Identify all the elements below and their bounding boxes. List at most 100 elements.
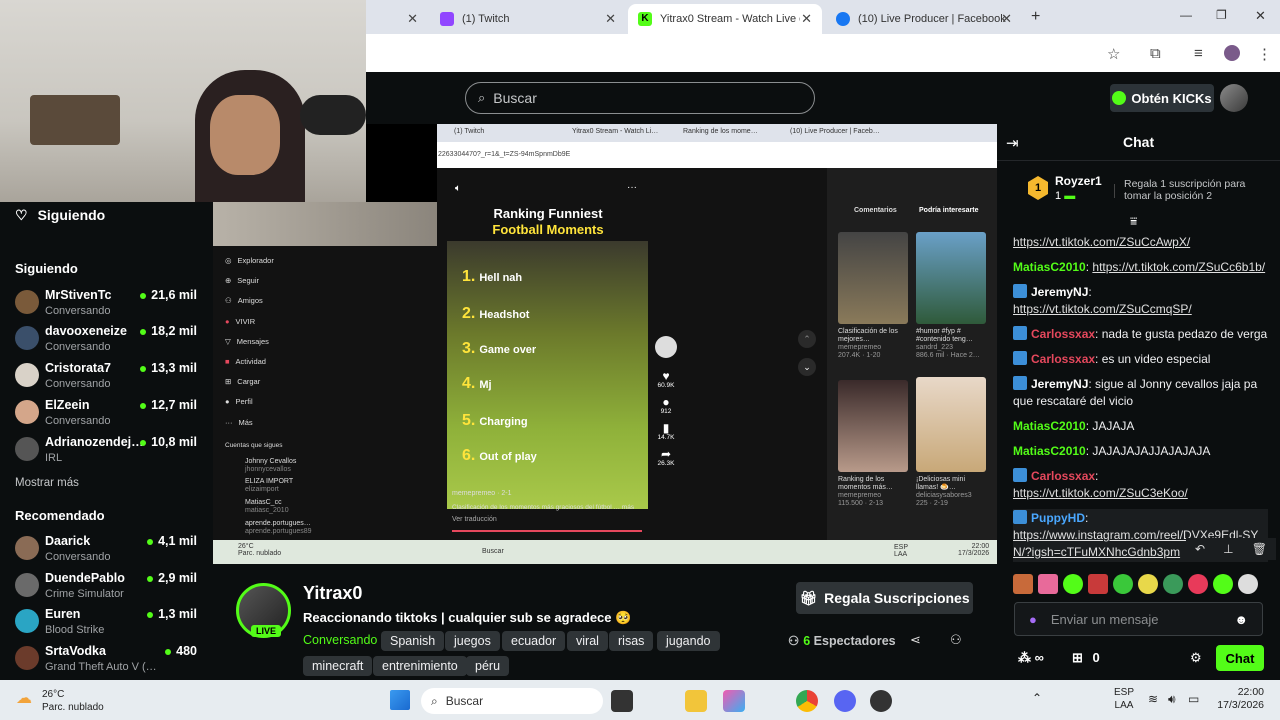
channel-item[interactable]: ElZeein Conversando 12,7 mil [15,396,205,432]
browser-tab-twitch[interactable]: (1) Twitch ✕ [430,4,626,34]
chrome-icon[interactable] [796,690,818,712]
battery-icon[interactable]: ▭ [1188,692,1199,706]
emote-icon[interactable] [1188,574,1208,594]
channel-item[interactable]: Cristorata7 Conversando 13,3 mil [15,359,205,395]
windows-start-icon[interactable] [390,690,410,710]
tag[interactable]: jugando [657,631,720,651]
taskbar-search[interactable]: ⌕ Buscar [421,688,603,714]
tab-suggested: Podría interesarte [919,207,979,214]
tag[interactable]: minecraft [303,656,373,676]
copilot-icon[interactable] [723,690,745,712]
profile-avatar[interactable] [1224,45,1240,61]
show-more-link[interactable]: Mostrar más [15,477,79,489]
language-indicator[interactable]: ESP LAA [1114,686,1134,712]
maximize-icon[interactable]: ❐ [1216,8,1227,22]
emote-icon[interactable] [1013,574,1033,594]
emote-icon[interactable] [1213,574,1233,594]
tag[interactable]: péru [466,656,510,676]
minimize-icon[interactable]: — [1180,8,1192,22]
close-icon[interactable]: ✕ [605,11,616,27]
channel-item[interactable]: Daarick Conversando 4,1 mil [15,532,205,568]
webcam-overlay-secondary [213,202,437,246]
browser-tab-facebook[interactable]: (10) Live Producer | Facebook ✕ [826,4,1022,34]
emoji-icon[interactable]: ☻ [1234,612,1248,627]
search-input[interactable]: ⌕ Buscar [465,82,815,114]
bookmark-star-icon[interactable]: ☆ [1107,45,1120,63]
channel-item[interactable]: davooxeneize Conversando 18,2 mil [15,322,205,358]
top-gifter-name[interactable]: Royzer1 [1055,174,1102,188]
folder-icon[interactable] [685,690,707,712]
tag[interactable]: ecuador [502,631,566,651]
settings-icon[interactable]: ⚙ [1190,650,1202,666]
close-window-icon[interactable]: ✕ [1255,8,1266,24]
tag[interactable]: Spanish [381,631,445,651]
discord-icon[interactable] [834,690,856,712]
emote-icon[interactable] [1063,574,1083,594]
live-dot-icon [147,538,154,545]
close-icon[interactable]: ✕ [407,11,418,27]
menu-icon[interactable]: ⋮ [1257,45,1272,63]
reply-icon[interactable]: ↶ [1195,542,1205,556]
emote-icon[interactable] [1088,574,1108,594]
volume-icon[interactable]: 🔈︎ [455,183,461,194]
collapse-chat-icon[interactable]: ⇥ [1006,134,1019,152]
user-avatar[interactable] [1220,84,1248,112]
sidebar-following-header[interactable]: ♡ Siguiendo [15,207,105,224]
chat-input[interactable]: ● Enviar un mensaje ☻ [1014,602,1263,636]
weather-widget[interactable]: 26°C Parc. nublado [42,688,104,714]
emote-icon[interactable] [1038,574,1058,594]
tag[interactable]: juegos [445,631,500,651]
chat-filter-icon[interactable]: ⩸ [1130,214,1137,229]
extensions-icon[interactable]: ⧉ [1150,45,1161,62]
obs-icon[interactable] [870,690,892,712]
channel-item[interactable]: DuendePablo Crime Simulator 2,9 mil [15,569,205,605]
microphone-icon[interactable]: ● [1029,612,1037,627]
share-icon: ➦ [660,447,672,461]
author-avatar[interactable] [655,336,677,358]
streamer-name[interactable]: Yitrax0 [303,583,362,604]
weather-icon[interactable]: ☁ [16,688,32,708]
pin-icon[interactable]: ⊥ [1223,542,1233,556]
wifi-icon[interactable]: ≋ [1148,692,1158,706]
inner-taskbar [213,540,997,564]
tag[interactable]: viral [567,631,608,651]
channel-item[interactable]: SrtaVodka Grand Theft Auto V (… 480 [15,642,205,678]
live-dot-icon [140,365,147,372]
emote-icon[interactable] [1113,574,1133,594]
video-progress-bar[interactable] [452,530,642,532]
browser-tab-kick[interactable]: K Yitrax0 Stream - Watch Live on ✕ [628,4,822,34]
get-kicks-button[interactable]: Obtén KICKs [1110,84,1214,112]
close-icon[interactable]: ✕ [1001,11,1012,27]
tag[interactable]: risas [609,631,654,651]
like-icon: ♥ [662,369,670,383]
emote-icon[interactable] [1163,574,1183,594]
share-icon[interactable]: ⋖ [910,632,921,648]
channel-item[interactable]: MrStivenTc Conversando 21,6 mil [15,286,205,322]
kick-coin-icon [1112,91,1127,105]
stream-category[interactable]: Conversando [303,633,377,647]
chevron-up-icon[interactable]: ⌃ [1032,691,1042,705]
chat-message: JeremyNJ: https://vt.tiktok.com/ZSuCcmqSP… [1013,284,1192,316]
delete-icon[interactable]: 🗑︎ [1252,542,1267,556]
app-icon[interactable] [611,690,633,712]
gift-subs-button[interactable]: 🎁︎ Regala Suscripciones [796,582,973,614]
browser-tab-hidden[interactable]: ✕ [366,4,428,34]
follow-user-icon[interactable]: ⚇ [950,632,962,648]
kicks-balance[interactable]: ⊞ 0 [1072,650,1100,666]
channel-item[interactable]: Adrianozendej… IRL 10,8 mil [15,433,205,469]
clock[interactable]: 22:00 17/3/2026 [1208,686,1264,712]
media-icon[interactable]: ≡ [1194,45,1203,62]
emote-icon[interactable] [1138,574,1158,594]
channel-item[interactable]: Euren Blood Strike 1,3 mil [15,605,205,641]
close-icon[interactable]: ✕ [801,11,812,27]
volume-icon[interactable]: 🔊︎ [1168,692,1176,707]
new-tab-button[interactable]: + [1031,8,1040,26]
send-chat-button[interactable]: Chat [1216,645,1264,671]
channel-points[interactable]: ⁂ ∞ [1018,650,1044,666]
avatar [15,437,39,461]
more-icon[interactable]: ··· [627,182,637,193]
emote-icon[interactable] [1238,574,1258,594]
tag[interactable]: entrenimiento [373,656,467,676]
next-video-icon[interactable]: ⌄ [798,358,816,376]
prev-video-icon[interactable]: ⌃ [798,330,816,348]
